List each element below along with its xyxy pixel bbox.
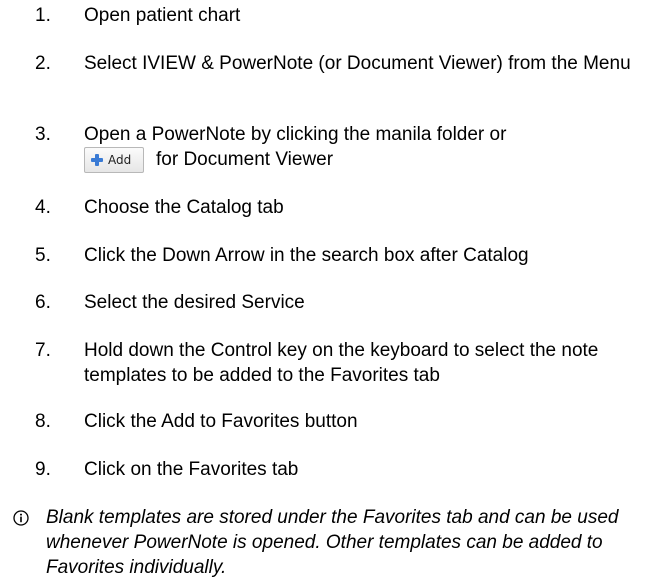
step-text: Click the Down Arrow in the search box a… (84, 245, 529, 266)
step-text: Open patient chart (84, 5, 241, 26)
step-number: 2. (35, 53, 51, 74)
step-number: 6. (35, 292, 51, 313)
step-text: Select IVIEW & PowerNote (or Document Vi… (84, 53, 631, 74)
step-text-before: Open a PowerNote by clicking the manila … (84, 124, 507, 145)
step-text: Hold down the Control key on the keyboar… (84, 340, 599, 386)
step-text: Click the Add to Favorites button (84, 411, 358, 432)
step-number: 9. (35, 459, 51, 480)
step-number: 1. (35, 5, 51, 26)
step-number: 7. (35, 340, 51, 361)
info-icon (13, 510, 29, 526)
instruction-document: 1. Open patient chart 2. Select IVIEW & … (0, 0, 669, 578)
step-text: Select the desired Service (84, 292, 305, 313)
step-text-after: for Document Viewer (156, 149, 334, 171)
step-number: 8. (35, 411, 51, 432)
add-button[interactable]: Add (84, 147, 144, 173)
plus-icon (91, 154, 103, 166)
step-number: 4. (35, 197, 51, 218)
step-number: 5. (35, 245, 51, 266)
note-text: Blank templates are stored under the Fav… (46, 507, 619, 578)
step-text: Choose the Catalog tab (84, 197, 284, 218)
step-text: Click on the Favorites tab (84, 459, 299, 480)
step-text: Open a PowerNote by clicking the manila … (84, 122, 664, 173)
add-button-label: Add (108, 152, 132, 167)
step-number: 3. (35, 124, 51, 145)
